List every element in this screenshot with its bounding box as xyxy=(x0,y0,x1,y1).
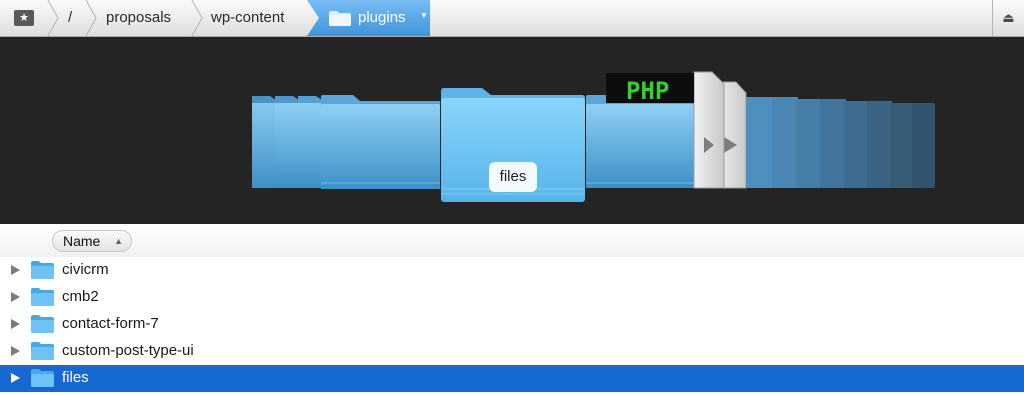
folder-icon[interactable] xyxy=(772,97,798,188)
folder-icon xyxy=(31,315,54,333)
folder-icon[interactable] xyxy=(890,103,914,188)
folder-icon[interactable] xyxy=(586,95,704,188)
folder-icon[interactable] xyxy=(321,95,440,189)
eject-button[interactable]: ⏏ xyxy=(992,0,1024,36)
folder-icon[interactable] xyxy=(912,103,935,188)
list-item-name: files xyxy=(62,369,89,386)
disclosure-triangle-icon[interactable] xyxy=(11,373,20,383)
folder-icon[interactable] xyxy=(867,101,892,188)
name-column-header[interactable]: Name ▲ xyxy=(52,230,132,252)
list-header: Name ▲ xyxy=(0,225,1024,257)
list-item-name: contact-form-7 xyxy=(62,315,159,332)
list-item-name: cmb2 xyxy=(62,288,99,305)
star-folder-icon: ★ xyxy=(14,10,34,26)
folder-icon xyxy=(31,261,54,279)
disclosure-triangle-icon[interactable] xyxy=(11,292,20,302)
folder-icon xyxy=(329,11,351,26)
file-list: civicrm cmb2 contact-form-7 custom-post-… xyxy=(0,257,1024,392)
list-item[interactable]: contact-form-7 xyxy=(0,311,1024,338)
folder-icon xyxy=(31,288,54,306)
folder-icon xyxy=(31,342,54,360)
folder-icon[interactable] xyxy=(746,97,774,188)
php-badge-text: PHP xyxy=(626,77,669,105)
list-item-selected[interactable]: files xyxy=(0,365,1024,392)
path-bar: ★ / proposals wp-content plugins ▼ ⏏ xyxy=(0,0,1024,37)
folder-icon[interactable] xyxy=(844,101,869,188)
separator-icon xyxy=(47,0,59,36)
breadcrumb-wp-content[interactable]: wp-content xyxy=(211,0,284,36)
sort-ascending-icon: ▲ xyxy=(114,236,123,246)
list-item-name: custom-post-type-ui xyxy=(62,342,194,359)
list-item[interactable]: cmb2 xyxy=(0,284,1024,311)
name-column-label: Name xyxy=(63,233,101,249)
disclosure-triangle-icon[interactable] xyxy=(11,319,20,329)
list-item[interactable]: custom-post-type-ui xyxy=(0,338,1024,365)
cover-flow-label: files xyxy=(489,162,537,192)
folder-icon xyxy=(31,369,54,387)
disclosure-triangle-icon[interactable] xyxy=(11,265,20,275)
folder-icon[interactable] xyxy=(820,99,846,188)
cover-flow-canvas: PHP xyxy=(252,71,935,202)
favorites-button[interactable]: ★ xyxy=(0,0,48,36)
separator-icon xyxy=(191,0,203,36)
folder-icon[interactable] xyxy=(796,99,822,188)
separator-icon xyxy=(85,0,97,36)
breadcrumb-current-label: plugins xyxy=(358,9,406,26)
eject-icon: ⏏ xyxy=(1002,10,1015,25)
cover-flow[interactable]: PHP files xyxy=(0,37,1024,224)
breadcrumb-current[interactable]: plugins ▼ xyxy=(307,0,430,36)
chevron-down-icon[interactable]: ▼ xyxy=(420,11,428,20)
disclosure-triangle-icon[interactable] xyxy=(11,346,20,356)
list-item-name: civicrm xyxy=(62,261,109,278)
list-item[interactable]: civicrm xyxy=(0,257,1024,284)
breadcrumb-root[interactable]: / xyxy=(68,0,72,36)
breadcrumb-proposals[interactable]: proposals xyxy=(106,0,171,36)
